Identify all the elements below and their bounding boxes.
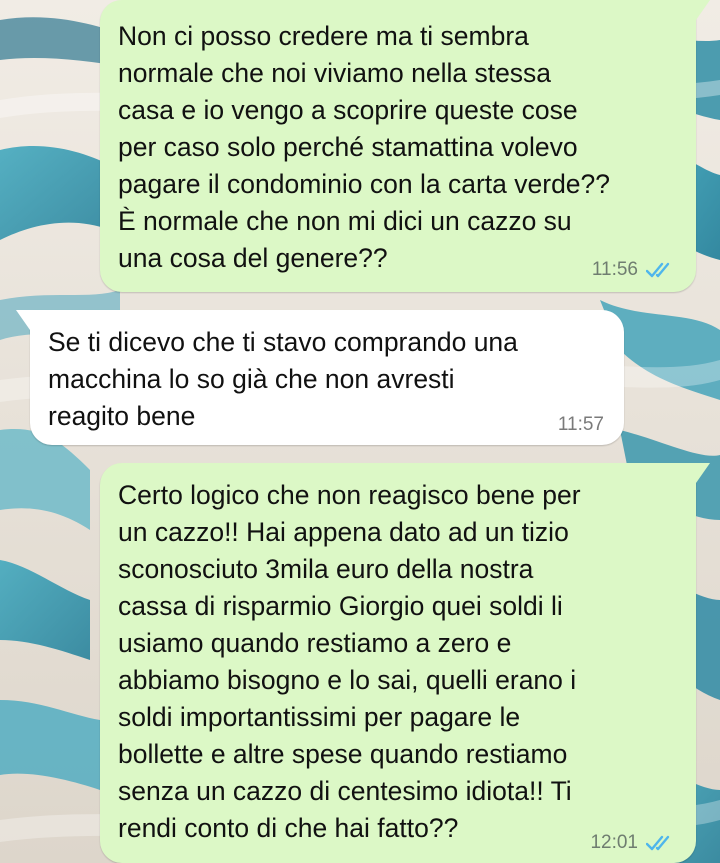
message-text: Certo logico che non reagisco bene per u… bbox=[118, 480, 581, 843]
message-bubble-incoming[interactable]: Se ti dicevo che ti stavo comprando una … bbox=[16, 310, 624, 445]
message-time: 11:57 bbox=[557, 414, 604, 435]
message-meta: 11:57 bbox=[558, 415, 604, 435]
message-bubble-outgoing[interactable]: Non ci posso credere ma ti sembra normal… bbox=[100, 0, 710, 292]
message-meta: 12:01 bbox=[590, 833, 676, 853]
message-time: 12:01 bbox=[590, 832, 638, 853]
bubble-tail bbox=[16, 310, 40, 330]
message-bubble-outgoing[interactable]: Certo logico che non reagisco bene per u… bbox=[100, 463, 710, 863]
bubble-tail bbox=[686, 463, 710, 483]
message-text: Se ti dicevo che ti stavo comprando una … bbox=[48, 327, 518, 431]
bubble-tail bbox=[686, 0, 710, 20]
message-text: Non ci posso credere ma ti sembra normal… bbox=[118, 21, 611, 273]
message-time: 11:56 bbox=[591, 259, 638, 280]
read-double-check-icon bbox=[646, 262, 670, 278]
read-double-check-icon bbox=[646, 835, 670, 851]
message-meta: 11:56 bbox=[592, 260, 676, 280]
